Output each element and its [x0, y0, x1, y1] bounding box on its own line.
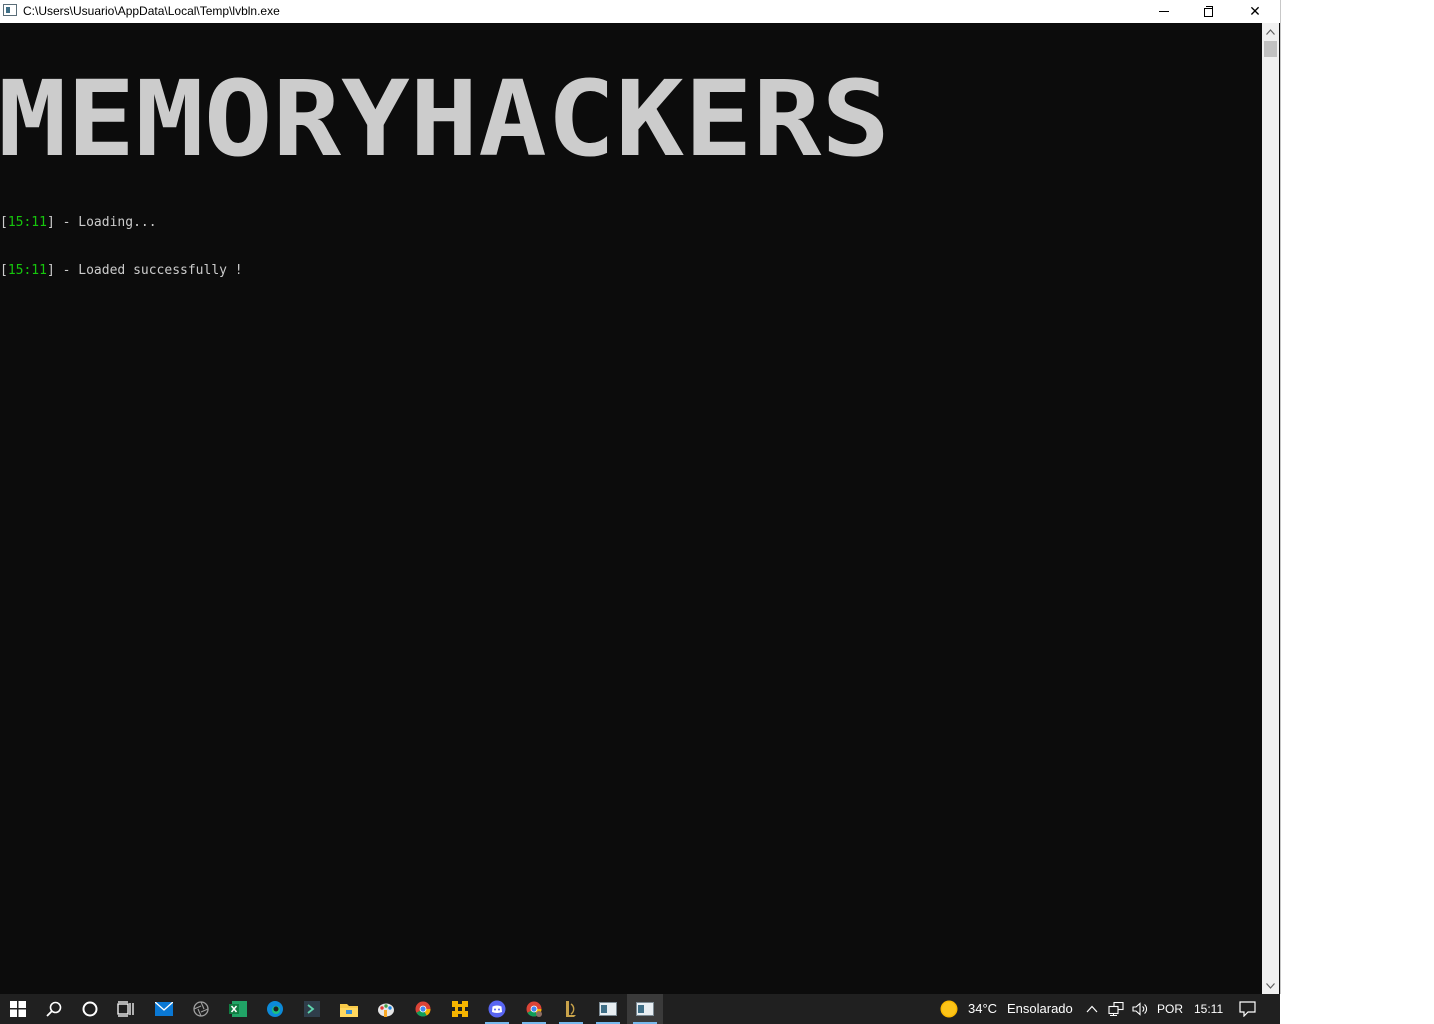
- notification-icon[interactable]: [1236, 994, 1258, 1024]
- log-message: - Loading...: [54, 215, 157, 230]
- console-window: C:\Users\Usuario\AppData\Local\Temp\lvbl…: [0, 0, 1281, 994]
- log-timestamp: 15:11: [7, 215, 47, 230]
- console-output[interactable]: MEMORYHACKERS [15:11] - Loading... [15:1…: [0, 23, 1262, 994]
- banner-ascii-art: MEMORYHACKERS: [0, 58, 890, 162]
- yellow-tool-icon[interactable]: [442, 994, 478, 1024]
- log-lines: [15:11] - Loading... [15:11] - Loaded su…: [0, 183, 243, 311]
- task-view-icon[interactable]: [108, 994, 144, 1024]
- mail-icon[interactable]: [146, 994, 182, 1024]
- title-bar[interactable]: C:\Users\Usuario\AppData\Local\Temp\lvbl…: [0, 0, 1280, 23]
- paint-app-icon[interactable]: [368, 994, 404, 1024]
- file-explorer-icon[interactable]: [331, 994, 367, 1024]
- scroll-down-arrow-icon[interactable]: [1262, 977, 1279, 994]
- discord-icon[interactable]: [479, 994, 515, 1024]
- edge-icon[interactable]: [257, 994, 293, 1024]
- scroll-thumb[interactable]: [1264, 41, 1277, 57]
- sun-icon[interactable]: [938, 994, 960, 1024]
- bracket-close: ]: [46, 263, 55, 278]
- league-of-legends-icon[interactable]: [553, 994, 589, 1024]
- close-button[interactable]: ✕: [1232, 0, 1278, 22]
- scroll-up-arrow-icon[interactable]: [1262, 23, 1279, 40]
- log-line: [15:11] - Loading...: [0, 215, 243, 231]
- windows-start-icon[interactable]: [0, 994, 36, 1024]
- language-indicator[interactable]: POR: [1157, 994, 1183, 1024]
- log-timestamp: 15:11: [7, 263, 47, 278]
- volume-icon[interactable]: [1130, 994, 1150, 1024]
- window-title: C:\Users\Usuario\AppData\Local\Temp\lvbl…: [23, 4, 280, 18]
- bracket-open: [: [0, 263, 8, 278]
- minimize-icon: [1159, 10, 1169, 12]
- console-window-icon[interactable]: [590, 994, 626, 1024]
- chevron-up-icon[interactable]: [1084, 994, 1100, 1024]
- terminal-app-icon[interactable]: [294, 994, 330, 1024]
- minimize-button[interactable]: [1141, 0, 1187, 22]
- excel-icon[interactable]: [220, 994, 256, 1024]
- banner-text: MEMORYHACKERS: [0, 58, 890, 162]
- log-message: - Loaded successfully !: [54, 263, 243, 278]
- vertical-scrollbar[interactable]: [1262, 23, 1279, 994]
- console-app-icon[interactable]: [3, 4, 17, 16]
- chrome-icon[interactable]: [405, 994, 441, 1024]
- restore-button[interactable]: [1186, 0, 1232, 22]
- network-icon[interactable]: [1106, 994, 1126, 1024]
- chrome-profile-icon[interactable]: [516, 994, 552, 1024]
- search-icon[interactable]: [36, 994, 72, 1024]
- close-icon: ✕: [1249, 2, 1261, 19]
- weather-temperature[interactable]: 34°C: [968, 994, 997, 1024]
- taskbar: 34°C Ensolarado POR 15:11: [0, 994, 1280, 1024]
- console-window-active-icon[interactable]: [627, 994, 663, 1024]
- cortana-circle-icon[interactable]: [72, 994, 108, 1024]
- bracket-open: [: [0, 215, 8, 230]
- log-line: [15:11] - Loaded successfully !: [0, 263, 243, 279]
- clock[interactable]: 15:11: [1194, 994, 1223, 1024]
- restore-icon: [1204, 6, 1214, 17]
- bracket-close: ]: [46, 215, 55, 230]
- weather-condition[interactable]: Ensolarado: [1007, 994, 1073, 1024]
- aperture-app-icon[interactable]: [183, 994, 219, 1024]
